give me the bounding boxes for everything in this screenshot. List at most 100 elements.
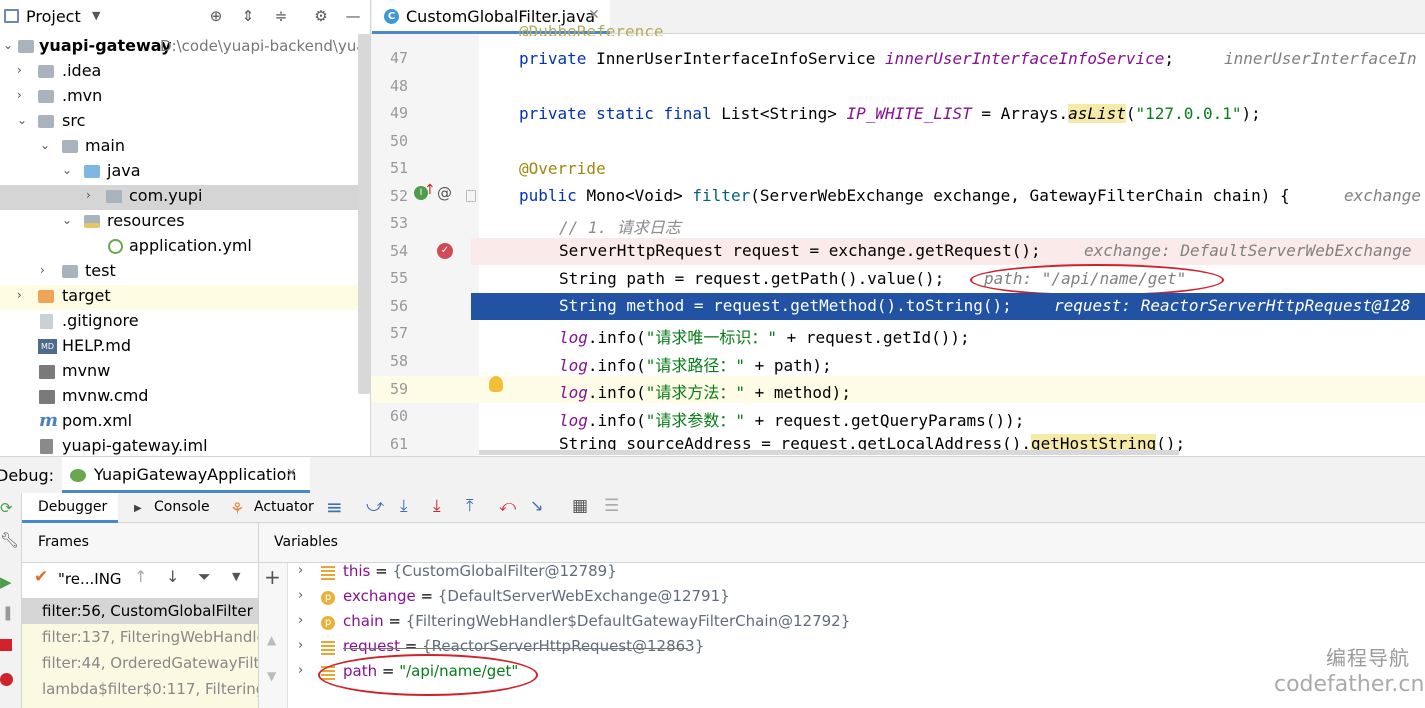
tree-item-src[interactable]: ⌄ src bbox=[0, 110, 358, 135]
scroll-down-icon[interactable]: ▼ bbox=[267, 669, 276, 683]
chevron-right-icon[interactable]: › bbox=[40, 263, 45, 277]
code-line-partial: @DubboReference bbox=[479, 20, 1425, 36]
chevron-down-icon[interactable]: ⌄ bbox=[62, 213, 72, 227]
spring-boot-icon bbox=[70, 469, 86, 482]
tab-debugger[interactable]: Debugger bbox=[22, 493, 118, 523]
tree-item-com-yupi[interactable]: › com.yupi bbox=[0, 185, 358, 210]
chevron-right-icon[interactable]: › bbox=[298, 663, 303, 678]
chevron-right-icon[interactable]: › bbox=[17, 63, 22, 77]
tree-item-gitignore[interactable]: .gitignore bbox=[0, 310, 358, 335]
evaluate-icon[interactable]: ▦ bbox=[572, 496, 588, 516]
rerun-icon[interactable]: ⟳ bbox=[0, 499, 13, 517]
chevron-right-icon[interactable]: › bbox=[86, 188, 91, 202]
code-text: + path); bbox=[744, 356, 832, 375]
cmd-file-icon bbox=[39, 390, 55, 404]
string-literal: "请求路径：" bbox=[645, 356, 745, 375]
project-panel-title[interactable]: Project bbox=[26, 7, 81, 26]
run-to-cursor-icon[interactable]: ↘ bbox=[530, 496, 543, 515]
variable-row[interactable]: › p chain = {FilteringWebHandler$Default… bbox=[288, 611, 1288, 636]
arrow-up-icon[interactable]: ↑ bbox=[424, 182, 436, 198]
fold-icon[interactable] bbox=[466, 190, 476, 202]
pause-icon[interactable]: ❚ bbox=[2, 605, 14, 621]
tree-item-application-yml[interactable]: application.yml bbox=[0, 235, 358, 260]
tree-item-test[interactable]: › test bbox=[0, 260, 358, 285]
tree-item-java[interactable]: ⌄ java bbox=[0, 160, 358, 185]
debug-session-tab[interactable]: YuapiGatewayApplication ✕ bbox=[62, 457, 310, 493]
frame-item[interactable]: lambda$filter$0:117, Filtering bbox=[22, 676, 258, 708]
add-watch-icon[interactable]: + bbox=[264, 565, 281, 589]
tree-item-main[interactable]: ⌄ main bbox=[0, 135, 358, 160]
chevron-down-icon[interactable]: ⌄ bbox=[3, 38, 13, 52]
chevron-down-icon[interactable]: ⌄ bbox=[17, 113, 27, 127]
folder-icon bbox=[62, 140, 78, 153]
thread-selector[interactable]: ✔ "re...ING ↑ ↓ ⏷ ▼ bbox=[22, 563, 258, 595]
gear-icon[interactable]: ⚙ bbox=[311, 6, 331, 26]
code-text: + request.getId()); bbox=[776, 328, 970, 347]
line-number: 60 bbox=[389, 407, 408, 425]
locate-icon[interactable]: ⊕ bbox=[206, 6, 226, 26]
frames-header: Frames bbox=[22, 523, 258, 563]
arrow-down-icon[interactable]: ↓ bbox=[166, 567, 179, 586]
source-folder-icon bbox=[84, 165, 100, 178]
frame-item[interactable]: filter:44, OrderedGatewayFilte bbox=[22, 650, 258, 677]
trace-icon[interactable]: ☰ bbox=[604, 496, 619, 516]
tree-item-iml[interactable]: yuapi-gateway.iml bbox=[0, 435, 358, 456]
chevron-right-icon[interactable]: › bbox=[17, 88, 22, 102]
code-comment: // 1. 请求日志 bbox=[559, 218, 681, 237]
shell-file-icon bbox=[39, 365, 55, 379]
chevron-right-icon[interactable]: › bbox=[298, 613, 303, 628]
chevron-right-icon[interactable]: › bbox=[298, 563, 303, 578]
close-icon[interactable]: ✕ bbox=[286, 466, 297, 481]
drop-frame-icon[interactable]: ⤺ bbox=[499, 496, 516, 516]
breakpoint-icon[interactable]: ✓ bbox=[437, 243, 453, 259]
line-number: 51 bbox=[389, 159, 408, 177]
tree-item-pom-xml[interactable]: m pom.xml bbox=[0, 410, 358, 435]
view-breakpoints-icon[interactable] bbox=[0, 673, 13, 686]
excluded-folder-icon bbox=[38, 290, 54, 303]
line-number: 53 bbox=[389, 214, 408, 232]
menu-lines-icon[interactable]: ≡ bbox=[326, 495, 343, 519]
expand-all-icon[interactable]: ⇕ bbox=[238, 6, 258, 26]
resume-icon[interactable]: ▶ bbox=[0, 573, 12, 591]
filter-icon[interactable]: ⏷ bbox=[198, 567, 211, 587]
chevron-right-icon[interactable]: › bbox=[298, 638, 303, 653]
frame-item[interactable]: filter:137, FilteringWebHandle bbox=[22, 624, 258, 651]
minimize-icon[interactable]: — bbox=[343, 6, 363, 26]
tab-console[interactable]: Console bbox=[154, 499, 210, 515]
tree-item-target[interactable]: › target bbox=[0, 285, 358, 310]
project-scrollbar[interactable] bbox=[358, 34, 370, 394]
chevron-down-icon[interactable]: ⌄ bbox=[40, 138, 50, 152]
tree-item-mvnw-cmd[interactable]: mvnw.cmd bbox=[0, 385, 358, 410]
wrench-icon[interactable]: 🔧︎ bbox=[0, 531, 19, 549]
override-at-icon[interactable]: @ bbox=[437, 184, 452, 202]
tree-item-mvn[interactable]: › .mvn bbox=[0, 85, 358, 110]
chevron-down-icon[interactable]: ▼ bbox=[232, 570, 240, 583]
variable-row[interactable]: › this = {CustomGlobalFilter@12789} bbox=[288, 561, 1288, 586]
frame-item[interactable]: filter:56, CustomGlobalFilter ( bbox=[22, 598, 258, 625]
code-text: + method); bbox=[744, 383, 851, 402]
editor-h-scrollbar[interactable] bbox=[479, 450, 1179, 455]
tree-item-idea[interactable]: › .idea bbox=[0, 60, 358, 85]
gitignore-file-icon bbox=[40, 314, 53, 329]
variable-row[interactable]: › p exchange = {DefaultServerWebExchange… bbox=[288, 586, 1288, 611]
debug-session-label: YuapiGatewayApplication bbox=[94, 465, 297, 484]
step-into-icon[interactable]: ⤓ bbox=[433, 496, 441, 516]
chevron-right-icon[interactable]: › bbox=[17, 288, 22, 302]
stop-icon[interactable] bbox=[0, 639, 12, 651]
var-name: chain bbox=[343, 612, 384, 630]
tree-item-resources[interactable]: ⌄ resources bbox=[0, 210, 358, 235]
scroll-up-icon[interactable]: ▲ bbox=[267, 633, 276, 647]
collapse-all-icon[interactable]: ≑ bbox=[271, 6, 291, 26]
chevron-down-icon[interactable]: ▼ bbox=[92, 9, 100, 22]
tree-item-help-md[interactable]: MD HELP.md bbox=[0, 335, 358, 360]
arrow-up-icon[interactable]: ↑ bbox=[134, 567, 147, 586]
lightbulb-icon[interactable] bbox=[489, 376, 503, 392]
tree-item-root[interactable]: ⌄ yuapi-gateway D:\code\yuapi-backend\yu… bbox=[0, 35, 370, 60]
chevron-down-icon[interactable]: ⌄ bbox=[62, 163, 72, 177]
step-out-icon[interactable]: ⤒ bbox=[466, 496, 474, 516]
chevron-right-icon[interactable]: › bbox=[298, 588, 303, 603]
tree-item-mvnw[interactable]: mvnw bbox=[0, 360, 358, 385]
step-over-icon[interactable]: ⤓ bbox=[400, 496, 408, 516]
tab-actuator[interactable]: Actuator bbox=[254, 499, 314, 515]
show-execution-point-icon[interactable]: ⤻ bbox=[366, 496, 384, 516]
